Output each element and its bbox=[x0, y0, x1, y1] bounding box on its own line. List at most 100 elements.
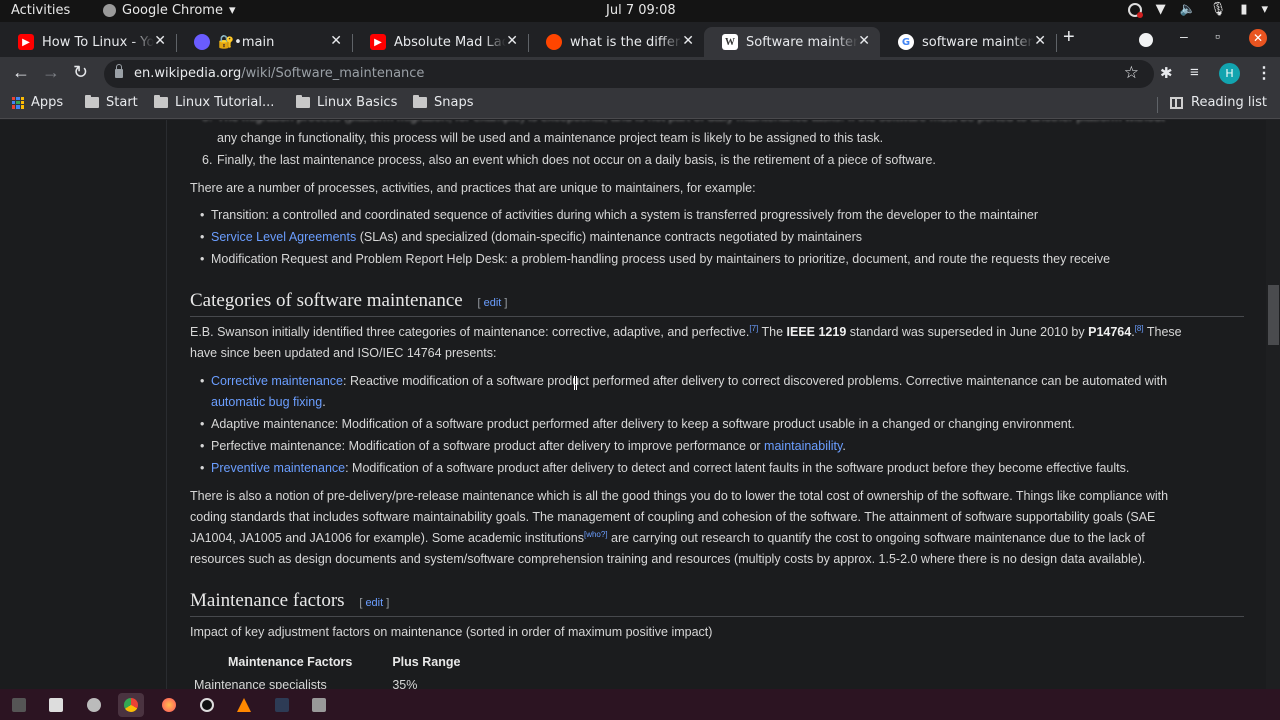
service-level-agreements-link[interactable]: Service Level Agreements bbox=[211, 230, 356, 244]
bookmark-linux-tutorial[interactable]: Linux Tutorial... bbox=[154, 95, 274, 110]
close-tab-icon[interactable]: ✕ bbox=[682, 33, 694, 49]
address-bar[interactable]: en.wikipedia.org/wiki/Software_maintenan… bbox=[104, 60, 1154, 88]
back-button[interactable]: ← bbox=[12, 62, 30, 83]
media-controls-icon[interactable]: ≡ bbox=[1190, 64, 1199, 81]
maximize-button[interactable]: ▫ bbox=[1215, 28, 1220, 44]
page-scrollbar[interactable] bbox=[1266, 120, 1280, 689]
scrollbar-thumb[interactable] bbox=[1268, 285, 1279, 345]
paragraph-text: JA1004, JA1005 and JA1006 for example). … bbox=[190, 531, 584, 545]
bookmark-linux-basics[interactable]: Linux Basics bbox=[296, 95, 397, 110]
chrome-icon[interactable] bbox=[118, 693, 144, 717]
corrective-maintenance-link[interactable]: Corrective maintenance bbox=[211, 374, 343, 388]
photoshop-icon[interactable] bbox=[269, 693, 295, 717]
reload-button[interactable]: ↻ bbox=[73, 62, 88, 83]
close-tab-icon[interactable]: ✕ bbox=[858, 33, 870, 49]
tab-separator bbox=[1056, 34, 1057, 52]
tab-label: what is the difference bbox=[570, 34, 682, 50]
files-icon[interactable] bbox=[43, 693, 69, 717]
bookmark-label: Linux Tutorial... bbox=[175, 95, 275, 110]
lock-icon[interactable] bbox=[115, 64, 123, 78]
trash-icon[interactable] bbox=[306, 693, 332, 717]
list-item-perfective: Perfective maintenance: Modification of … bbox=[200, 436, 846, 457]
list-text: any change in functionality, this proces… bbox=[217, 131, 884, 145]
bookmark-start[interactable]: Start bbox=[85, 95, 138, 110]
update-notifier-icon[interactable] bbox=[1127, 2, 1143, 18]
firefox-icon[interactable] bbox=[156, 693, 182, 717]
list-text: : Reactive modification of a software pr… bbox=[343, 374, 1168, 388]
column-header: Plus Range bbox=[392, 655, 461, 669]
bookmark-star-icon[interactable]: ☆ bbox=[1124, 63, 1139, 83]
list-number: 5. bbox=[202, 120, 212, 128]
paragraph-text: E.B. Swanson initially identified three … bbox=[190, 325, 750, 339]
predelivery-paragraph-line4: resources such as design documents and s… bbox=[190, 552, 1146, 566]
settings-icon[interactable] bbox=[81, 693, 107, 717]
preventive-maintenance-link[interactable]: Preventive maintenance bbox=[211, 461, 345, 475]
chevron-down-icon: ▾ bbox=[1261, 2, 1268, 17]
tab-label: Software maintenance bbox=[746, 34, 858, 50]
app-name: Google Chrome bbox=[122, 3, 223, 18]
list-text: Transition: a controlled and coordinated… bbox=[211, 208, 1039, 222]
forward-button[interactable]: → bbox=[42, 62, 60, 83]
paragraph-text: are carrying out research to quantify th… bbox=[607, 531, 1145, 545]
section-heading-categories: Categories of software maintenance [ edi… bbox=[190, 290, 1244, 317]
list-item-corrective: Corrective maintenance: Reactive modific… bbox=[200, 371, 1168, 392]
extensions-icon[interactable]: ✱ bbox=[1160, 64, 1173, 82]
processes-intro: There are a number of processes, activit… bbox=[190, 181, 756, 195]
edit-link[interactable]: edit bbox=[484, 297, 502, 309]
close-tab-icon[interactable]: ✕ bbox=[330, 33, 342, 49]
automatic-bug-fixing-link[interactable]: automatic bug fixing bbox=[211, 395, 322, 409]
list-text: : Modification of a software product aft… bbox=[345, 461, 1130, 475]
close-tab-icon[interactable]: ✕ bbox=[1034, 33, 1046, 49]
profile-avatar[interactable]: H bbox=[1219, 63, 1240, 84]
system-tray[interactable]: ▼ 🔈 🎙 ▮ ▾ bbox=[1127, 2, 1268, 18]
edit-link[interactable]: edit bbox=[365, 597, 383, 609]
tab-main[interactable]: 🔐•main ✕ bbox=[176, 27, 353, 57]
terminal-icon[interactable] bbox=[6, 693, 32, 717]
list-text: . bbox=[842, 439, 846, 453]
swanson-paragraph: E.B. Swanson initially identified three … bbox=[190, 323, 1182, 339]
activities-button[interactable]: Activities bbox=[11, 3, 70, 18]
tab-strip: ▶ How To Linux - YouTube ✕ 🔐•main ✕ ▶ Ab… bbox=[0, 22, 1280, 57]
tab-absolute-mad-lad[interactable]: ▶ Absolute Mad Lad ✕ bbox=[352, 27, 529, 57]
list-item-6: 6. Finally, the last maintenance process… bbox=[202, 150, 936, 171]
obs-icon[interactable] bbox=[194, 693, 220, 717]
heading-text: Maintenance factors bbox=[190, 590, 345, 611]
reading-list-button[interactable]: Reading list bbox=[1170, 95, 1267, 110]
new-tab-button[interactable]: + bbox=[1063, 26, 1075, 49]
predelivery-paragraph: There is also a notion of pre-delivery/p… bbox=[190, 489, 1169, 503]
predelivery-paragraph-line3: JA1004, JA1005 and JA1006 for example). … bbox=[190, 528, 1250, 549]
app-menu[interactable]: Google Chrome ▾ bbox=[103, 3, 236, 18]
edit-section-link[interactable]: [ edit ] bbox=[359, 597, 389, 609]
close-tab-icon[interactable]: ✕ bbox=[154, 33, 166, 49]
tab-label: 🔐•main bbox=[218, 34, 275, 50]
close-tab-icon[interactable]: ✕ bbox=[506, 33, 518, 49]
tab-how-to-linux[interactable]: ▶ How To Linux - YouTube ✕ bbox=[0, 27, 177, 57]
folder-icon bbox=[154, 95, 168, 108]
vlc-icon[interactable] bbox=[231, 693, 257, 717]
tab-search-icon[interactable] bbox=[1139, 33, 1153, 47]
who-citation-link[interactable]: [who?] bbox=[584, 530, 608, 539]
tab-software-maintenance-wikipedia[interactable]: W Software maintenance ✕ bbox=[704, 27, 880, 57]
text-cursor-icon bbox=[574, 376, 577, 390]
url-path: /wiki/Software_maintenance bbox=[241, 66, 425, 81]
clock[interactable]: Jul 7 09:08 bbox=[606, 3, 676, 18]
edit-section-link[interactable]: [ edit ] bbox=[478, 297, 508, 309]
close-window-button[interactable]: ✕ bbox=[1249, 29, 1267, 47]
tab-google-search[interactable]: G software maintenance ✕ bbox=[880, 27, 1057, 57]
maintainability-link[interactable]: maintainability bbox=[764, 439, 842, 453]
chrome-menu-icon[interactable]: ⋮ bbox=[1256, 63, 1272, 83]
citation-7-link[interactable]: [7] bbox=[749, 324, 758, 333]
table-header-row: Maintenance Factors Plus Range bbox=[190, 651, 480, 674]
bookmark-apps[interactable]: Apps bbox=[12, 95, 63, 110]
url-text[interactable]: en.wikipedia.org/wiki/Software_maintenan… bbox=[134, 66, 424, 81]
tab-reddit[interactable]: what is the difference ✕ bbox=[528, 27, 704, 57]
list-text: (SLAs) and specialized (domain-specific)… bbox=[356, 230, 863, 244]
minimize-button[interactable]: – bbox=[1180, 28, 1188, 44]
bookmark-snaps[interactable]: Snaps bbox=[413, 95, 473, 110]
bookmark-label: Snaps bbox=[434, 95, 474, 110]
battery-icon: ▮ bbox=[1240, 2, 1248, 17]
heading-text: Categories of software maintenance bbox=[190, 290, 463, 311]
wikipedia-sidebar bbox=[0, 120, 166, 689]
citation-8-link[interactable]: [8] bbox=[1135, 324, 1144, 333]
app-icon bbox=[194, 34, 210, 50]
